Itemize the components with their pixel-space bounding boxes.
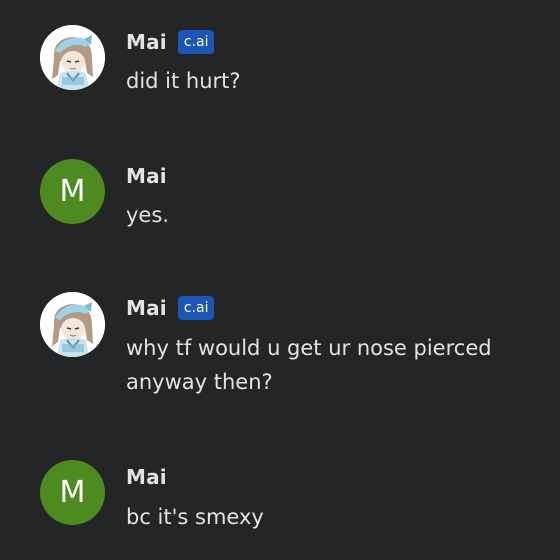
message-text: yes.	[126, 203, 169, 227]
message-text: why tf would u get ur nose pierced anywa…	[126, 336, 492, 394]
sender-name: Mai	[126, 164, 167, 188]
message-text: did it hurt?	[126, 69, 241, 93]
cai-badge: c.ai	[177, 30, 215, 54]
chat-thread: Mai c.ai did it hurt? M Mai yes. Mai c.a…	[0, 0, 560, 560]
sender-name: Mai	[126, 465, 167, 489]
sender-name: Mai	[126, 30, 167, 54]
avatar-letter: M	[59, 475, 86, 510]
avatar-letter: M	[59, 174, 86, 209]
user-avatar[interactable]: M	[40, 460, 105, 525]
sender-name: Mai	[126, 296, 167, 320]
cai-badge: c.ai	[177, 296, 215, 320]
character-avatar-icon[interactable]	[40, 25, 105, 90]
character-avatar-icon[interactable]	[40, 292, 105, 357]
user-avatar[interactable]: M	[40, 159, 105, 224]
message-text: bc it's smexy	[126, 505, 264, 529]
